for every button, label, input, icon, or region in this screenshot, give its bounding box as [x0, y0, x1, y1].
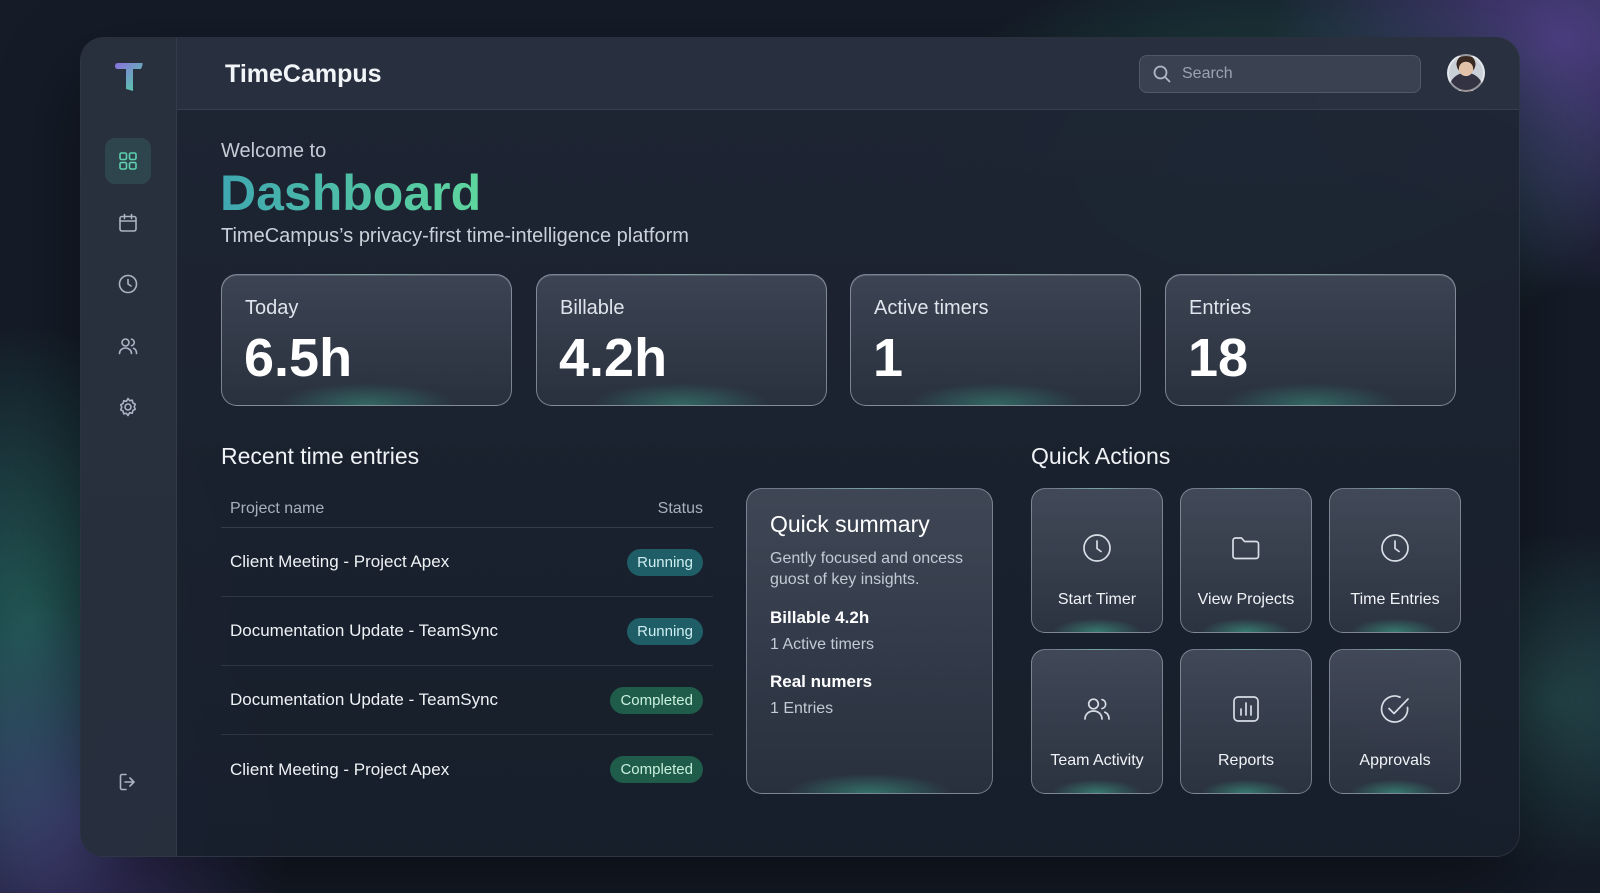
dashboard-grid-icon: [119, 152, 137, 170]
quick-actions-title: Quick Actions: [1031, 443, 1171, 469]
search-box[interactable]: [1139, 55, 1421, 93]
clock-icon: [118, 274, 138, 294]
action-label: Start Timer: [1057, 591, 1137, 608]
summary-description: Gently focused and oncess guost of key i…: [770, 550, 964, 588]
page-subtitle: TimeCampus’s privacy-first time-intellig…: [221, 225, 689, 247]
clock-icon: [1083, 534, 1111, 562]
sidebar: [81, 38, 177, 856]
search-input[interactable]: [1182, 65, 1402, 83]
bar-chart-icon: [1233, 696, 1259, 722]
app-title: TimeCampus: [225, 60, 382, 88]
stat-value: 4.2h: [559, 328, 668, 388]
sidebar-item-time[interactable]: [105, 261, 151, 307]
stat-label: Entries: [1189, 297, 1252, 319]
table-row[interactable]: Documentation Update - TeamSync Running: [221, 597, 713, 666]
recent-entries-table: Project name Status Client Meeting - Pro…: [221, 490, 713, 804]
reports-button[interactable]: Reports: [1180, 649, 1312, 794]
stat-value: 18: [1188, 328, 1249, 388]
status-badge: Running: [627, 548, 703, 576]
summary-entries: 1 Entries: [770, 700, 834, 717]
project-name: Client Meeting - Project Apex: [230, 552, 450, 571]
table-row[interactable]: Client Meeting - Project Apex Running: [221, 528, 713, 597]
users-icon: [118, 338, 138, 355]
top-bar: TimeCampus: [177, 38, 1519, 110]
sidebar-item-settings[interactable]: [105, 384, 151, 430]
table-header: Project name Status: [221, 490, 713, 528]
recent-entries-title: Recent time entries: [221, 443, 420, 469]
gear-icon: [119, 397, 137, 417]
logout-icon: [119, 773, 135, 791]
action-label: Reports: [1217, 752, 1275, 769]
summary-billable: Billable 4.2h: [770, 608, 870, 627]
sidebar-item-team[interactable]: [105, 323, 151, 369]
timecampus-logo[interactable]: [112, 60, 146, 94]
app-window: TimeCampus Welcome to Dashboard TimeCamp…: [80, 37, 1520, 857]
column-header-status[interactable]: Status: [658, 500, 703, 518]
project-name: Client Meeting - Project Apex: [230, 759, 450, 779]
status-badge: Running: [627, 617, 703, 645]
check-circle-icon: [1380, 695, 1409, 723]
action-label: View Projects: [1197, 591, 1295, 608]
table-row[interactable]: Client Meeting - Project Apex Completed: [221, 735, 713, 804]
stat-card-entries[interactable]: Entries 18: [1165, 274, 1456, 406]
page-title: Dashboard: [220, 165, 482, 221]
action-label: Approvals: [1359, 752, 1431, 769]
stat-label: Today: [245, 297, 299, 319]
status-badge: Completed: [610, 756, 703, 783]
stat-value: 6.5h: [244, 328, 353, 388]
column-header-project[interactable]: Project name: [230, 500, 324, 518]
calendar-icon: [119, 213, 137, 232]
summary-title: Quick summary: [770, 511, 930, 537]
stat-label: Active timers: [874, 297, 989, 319]
clock-icon: [1381, 534, 1409, 562]
stat-card-today[interactable]: Today 6.5h: [221, 274, 512, 406]
time-entries-button[interactable]: Time Entries: [1329, 488, 1461, 633]
view-projects-button[interactable]: View Projects: [1180, 488, 1312, 633]
search-icon: [1153, 65, 1171, 83]
project-name: Documentation Update - TeamSync: [230, 690, 499, 709]
sidebar-item-calendar[interactable]: [105, 200, 151, 246]
action-label: Team Activity: [1050, 752, 1144, 769]
sidebar-item-dashboard[interactable]: [105, 138, 151, 184]
stat-card-active-timers[interactable]: Active timers 1: [850, 274, 1141, 406]
stat-value: 1: [873, 328, 904, 388]
stat-card-billable[interactable]: Billable 4.2h: [536, 274, 827, 406]
quick-summary-card: Quick summary Gently focused and oncess …: [746, 488, 993, 794]
action-label: Time Entries: [1350, 591, 1440, 608]
summary-numbers-heading: Real numers: [770, 672, 873, 691]
folder-icon: [1232, 537, 1260, 560]
user-avatar[interactable]: [1447, 54, 1485, 92]
logout-button[interactable]: [105, 759, 151, 805]
summary-active-timers: 1 Active timers: [770, 636, 875, 653]
users-icon: [1084, 698, 1110, 720]
project-name: Documentation Update - TeamSync: [230, 621, 499, 640]
stat-label: Billable: [560, 297, 625, 319]
start-timer-button[interactable]: Start Timer: [1031, 488, 1163, 633]
approvals-button[interactable]: Approvals: [1329, 649, 1461, 794]
welcome-text: Welcome to: [221, 140, 327, 162]
team-activity-button[interactable]: Team Activity: [1031, 649, 1163, 794]
table-row[interactable]: Documentation Update - TeamSync Complete…: [221, 666, 713, 735]
status-badge: Completed: [610, 686, 703, 714]
